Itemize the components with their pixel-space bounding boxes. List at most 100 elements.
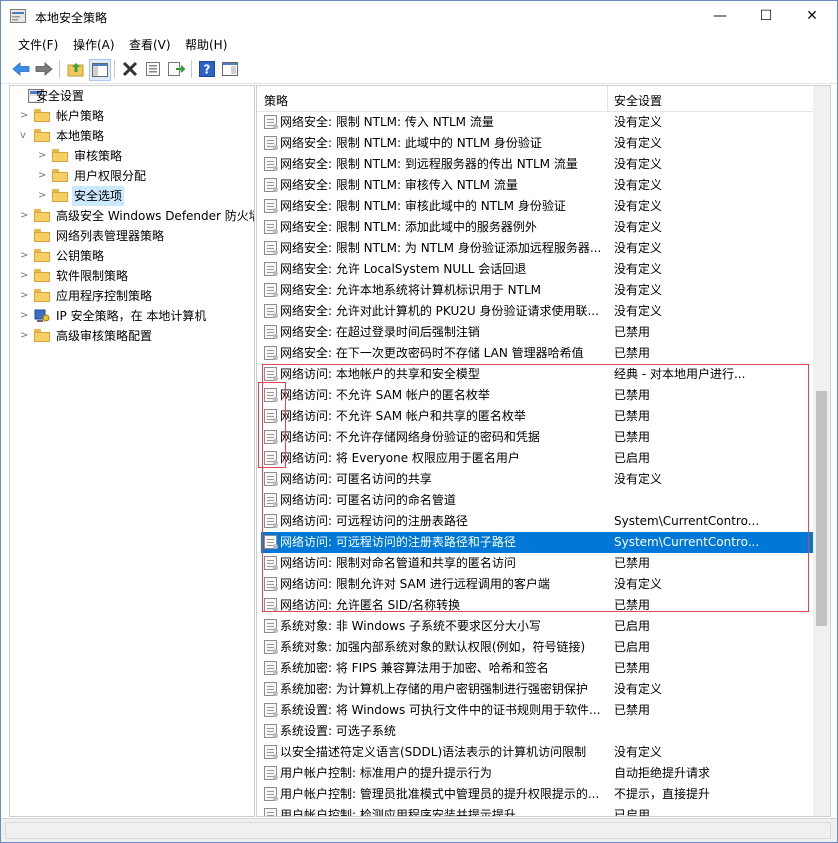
chevron-right-icon[interactable]: >	[20, 266, 30, 286]
window-title: 本地安全策略	[35, 11, 108, 25]
policy-icon	[264, 325, 278, 340]
policy-row[interactable]: 网络安全: 允许 LocalSystem NULL 会话回退 没有定义	[261, 259, 813, 280]
policy-row[interactable]: 网络安全: 限制 NTLM: 审核传入 NTLM 流量 没有定义	[261, 175, 813, 196]
menu-file[interactable]: 文件(F)	[18, 36, 58, 53]
help-button[interactable]: ?	[197, 59, 217, 79]
policy-icon	[264, 724, 278, 739]
policy-row[interactable]: 系统对象: 非 Windows 子系统不要求区分大小写 已启用	[261, 616, 813, 637]
policy-icon	[264, 598, 278, 613]
column-header-policy[interactable]: 策略	[264, 92, 288, 109]
policy-row[interactable]: 网络访问: 允许匿名 SID/名称转换 已禁用	[261, 595, 813, 616]
column-header-setting[interactable]: 安全设置	[614, 92, 662, 109]
policy-row[interactable]: 网络安全: 限制 NTLM: 到远程服务器的传出 NTLM 流量 没有定义	[261, 154, 813, 175]
chevron-right-icon[interactable]: >	[20, 206, 30, 226]
policy-row[interactable]: 网络安全: 在超过登录时间后强制注销 已禁用	[261, 322, 813, 343]
policy-setting: 已禁用	[614, 430, 651, 444]
policy-name: 网络安全: 限制 NTLM: 添加此域中的服务器例外	[280, 220, 537, 234]
policy-row[interactable]: 网络安全: 限制 NTLM: 为 NTLM 身份验证添加远程服务器... 没有定义	[261, 238, 813, 259]
policy-row[interactable]: 网络安全: 限制 NTLM: 此域中的 NTLM 身份验证 没有定义	[261, 133, 813, 154]
delete-button[interactable]	[120, 59, 140, 79]
console-view-button[interactable]	[220, 59, 240, 79]
policy-name: 网络安全: 在下一次更改密码时不存储 LAN 管理器哈希值	[280, 346, 584, 360]
chevron-right-icon[interactable]: >	[20, 286, 30, 306]
up-level-button[interactable]	[66, 59, 86, 79]
tree-item-label: 软件限制策略	[56, 269, 129, 283]
back-button[interactable]	[11, 59, 31, 79]
policy-row[interactable]: 网络访问: 可远程访问的注册表路径和子路径 System\CurrentContr…	[261, 532, 813, 553]
policy-row[interactable]: 用户帐户控制: 标准用户的提升提示行为 自动拒绝提升请求	[261, 763, 813, 784]
policy-row[interactable]: 以安全描述符定义语言(SDDL)语法表示的计算机访问限制 没有定义	[261, 742, 813, 763]
policy-icon	[264, 136, 278, 151]
policy-row[interactable]: 网络访问: 限制允许对 SAM 进行远程调用的客户端 没有定义	[261, 574, 813, 595]
policy-icon	[264, 493, 278, 508]
policy-name: 以安全描述符定义语言(SDDL)语法表示的计算机访问限制	[280, 745, 587, 759]
chevron-right-icon[interactable]: >	[20, 106, 30, 126]
policy-row[interactable]: 网络安全: 限制 NTLM: 审核此域中的 NTLM 身份验证 没有定义	[261, 196, 813, 217]
policy-icon	[264, 556, 278, 571]
tree-item-label: 安全选项	[72, 186, 125, 206]
chevron-right-icon[interactable]: >	[20, 306, 30, 326]
policy-row[interactable]: 用户帐户控制: 检测应用程序安装并提示提升 已启用	[261, 805, 813, 816]
policy-row[interactable]: 用户帐户控制: 管理员批准模式中管理员的提升权限提示的... 不提示，直接提升	[261, 784, 813, 805]
export-list-button[interactable]	[166, 59, 186, 79]
policy-row[interactable]: 网络访问: 将 Everyone 权限应用于匿名用户 已启用	[261, 448, 813, 469]
policy-row[interactable]: 网络访问: 不允许 SAM 帐户和共享的匿名枚举 已禁用	[261, 406, 813, 427]
forward-button[interactable]	[34, 59, 54, 79]
policy-icon	[264, 787, 278, 802]
policy-row[interactable]: 系统加密: 为计算机上存储的用户密钥强制进行强密钥保护 没有定义	[261, 679, 813, 700]
policy-name: 网络安全: 允许本地系统将计算机标识用于 NTLM	[280, 283, 542, 297]
policy-row[interactable]: 网络安全: 限制 NTLM: 传入 NTLM 流量 没有定义	[261, 112, 813, 133]
column-divider[interactable]	[607, 86, 608, 111]
policy-setting: 经典 - 对本地用户进行...	[614, 367, 746, 381]
minimize-button[interactable]: —	[697, 1, 743, 31]
close-button[interactable]: ✕	[789, 1, 835, 31]
menu-help[interactable]: 帮助(H)	[185, 36, 227, 53]
policy-setting: 没有定义	[614, 157, 663, 171]
vertical-scrollbar[interactable]	[813, 86, 830, 816]
policy-row[interactable]: 网络访问: 可匿名访问的共享 没有定义	[261, 469, 813, 490]
chevron-right-icon[interactable]: >	[38, 186, 48, 206]
tree-item-label: 安全设置	[36, 89, 85, 103]
menu-action[interactable]: 操作(A)	[73, 36, 115, 53]
show-tree-button[interactable]	[89, 59, 111, 81]
chevron-right-icon[interactable]: >	[20, 326, 30, 346]
policy-setting: 没有定义	[614, 304, 663, 318]
policy-row[interactable]: 网络安全: 在下一次更改密码时不存储 LAN 管理器哈希值 已禁用	[261, 343, 813, 364]
folder-icon	[34, 109, 50, 123]
maximize-button[interactable]: ☐	[743, 1, 789, 31]
back-arrow-icon	[12, 62, 30, 76]
policy-row[interactable]: 网络访问: 可匿名访问的命名管道	[261, 490, 813, 511]
policy-row[interactable]: 系统加密: 将 FIPS 兼容算法用于加密、哈希和签名 已禁用	[261, 658, 813, 679]
policy-name: 系统加密: 为计算机上存储的用户密钥强制进行强密钥保护	[280, 682, 588, 696]
chevron-right-icon[interactable]: >	[38, 146, 48, 166]
policy-row[interactable]: 网络安全: 允许对此计算机的 PKU2U 身份验证请求使用联... 没有定义	[261, 301, 813, 322]
policy-name: 网络安全: 允许 LocalSystem NULL 会话回退	[280, 262, 527, 276]
policy-icon	[264, 430, 278, 445]
policy-row[interactable]: 系统设置: 可选子系统	[261, 721, 813, 742]
policy-row[interactable]: 网络访问: 不允许存储网络身份验证的密码和凭据 已禁用	[261, 427, 813, 448]
tree-item-label: 应用程序控制策略	[56, 289, 153, 303]
chevron-down-icon[interactable]: v	[20, 126, 30, 146]
policy-row[interactable]: 系统设置: 将 Windows 可执行文件中的证书规则用于软件... 已禁用	[261, 700, 813, 721]
scrollbar-thumb[interactable]	[816, 391, 827, 626]
chevron-right-icon[interactable]: >	[38, 166, 48, 186]
policy-setting: 已启用	[614, 451, 651, 465]
policy-row[interactable]: 网络访问: 可远程访问的注册表路径 System\CurrentContro...	[261, 511, 813, 532]
menu-view[interactable]: 查看(V)	[129, 36, 171, 53]
policy-list-pane: ^ 策略 安全设置 网络安全: 限制 NTLM: 传入 NTLM 流量 没有定义网…	[256, 85, 831, 817]
properties-button[interactable]	[143, 59, 163, 79]
policy-icon	[264, 241, 278, 256]
tree-item-label: 帐户策略	[56, 109, 105, 123]
policy-icon	[264, 283, 278, 298]
policy-row[interactable]: 网络访问: 限制对命名管道和共享的匿名访问 已禁用	[261, 553, 813, 574]
policy-row[interactable]: 网络安全: 允许本地系统将计算机标识用于 NTLM 没有定义	[261, 280, 813, 301]
policy-row[interactable]: 网络访问: 不允许 SAM 帐户的匿名枚举 已禁用	[261, 385, 813, 406]
sort-ascending-icon: ^	[429, 85, 437, 93]
policy-row[interactable]: 网络安全: 限制 NTLM: 添加此域中的服务器例外 没有定义	[261, 217, 813, 238]
policy-name: 网络访问: 允许匿名 SID/名称转换	[280, 598, 461, 612]
policy-name: 网络安全: 限制 NTLM: 审核此域中的 NTLM 身份验证	[280, 199, 566, 213]
policy-row[interactable]: 系统对象: 加强内部系统对象的默认权限(例如，符号链接) 已启用	[261, 637, 813, 658]
policy-name: 网络访问: 可远程访问的注册表路径和子路径	[280, 535, 516, 549]
chevron-right-icon[interactable]: >	[20, 246, 30, 266]
policy-row[interactable]: 网络访问: 本地帐户的共享和安全模型 经典 - 对本地用户进行...	[261, 364, 813, 385]
